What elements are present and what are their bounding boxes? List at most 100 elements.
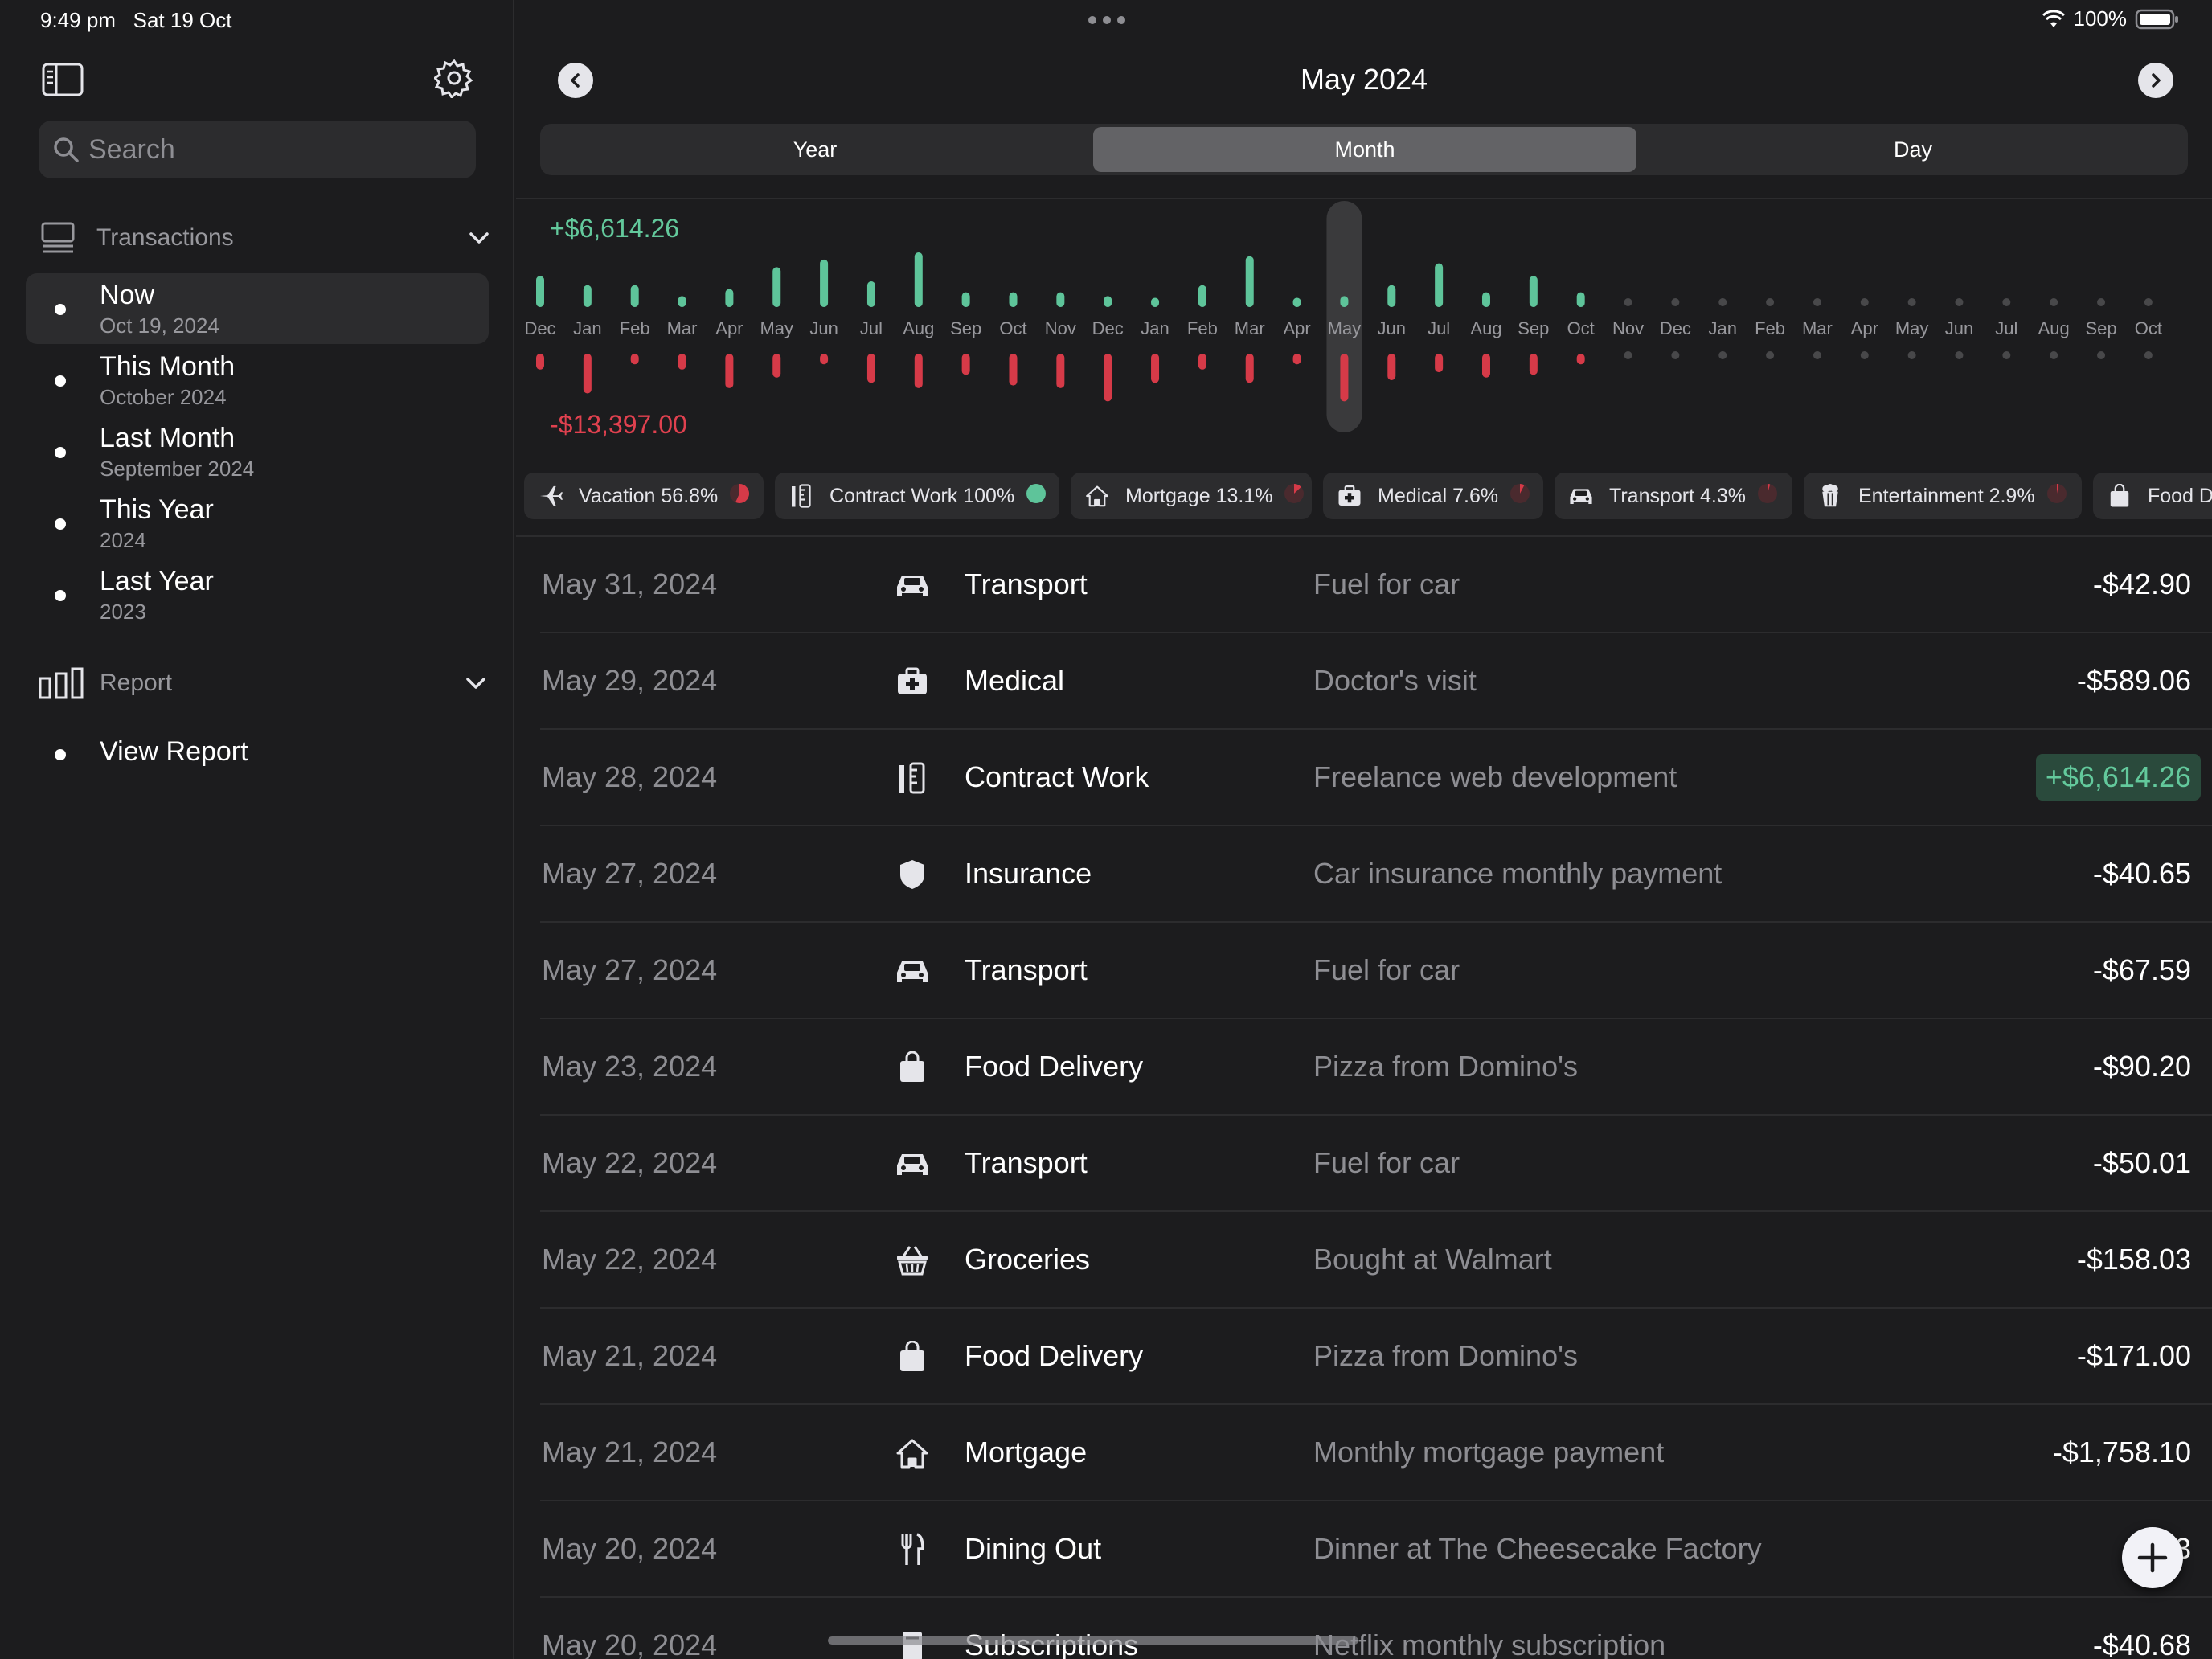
- x-tick-label: Aug: [903, 318, 934, 338]
- percentage-pie-icon: [1026, 483, 1047, 510]
- income-bar[interactable]: [1340, 296, 1349, 307]
- income-bar[interactable]: [630, 285, 639, 307]
- expense-bar[interactable]: [772, 354, 781, 378]
- income-bar[interactable]: [725, 289, 734, 307]
- sidebar-item-subtitle: Oct 19, 2024: [100, 313, 219, 338]
- sidebar-item-this-year[interactable]: This Year 2024: [26, 488, 489, 559]
- sidebar-item-now[interactable]: Now Oct 19, 2024: [26, 273, 489, 344]
- chip-label: Food Del: [2148, 484, 2212, 507]
- empty-income-dot: [1907, 298, 1916, 306]
- transaction-row[interactable]: May 21, 2024 Mortgage Monthly mortgage pay…: [540, 1405, 2212, 1501]
- transaction-row[interactable]: May 27, 2024 Transport Fuel for car -$67.59: [540, 923, 2212, 1019]
- income-bar[interactable]: [1576, 292, 1585, 307]
- transactions-section-header[interactable]: Transactions: [40, 214, 490, 262]
- transaction-row[interactable]: May 31, 2024 Transport Fuel for car -$42.90: [540, 537, 2212, 633]
- x-tick-label: Apr: [715, 318, 743, 338]
- income-bar[interactable]: [1481, 292, 1490, 307]
- expense-bar[interactable]: [725, 354, 734, 388]
- transaction-row[interactable]: May 27, 2024 Insurance Car insurance month…: [540, 826, 2212, 923]
- transaction-row[interactable]: May 29, 2024 Medical Doctor's visit -$589.0…: [540, 633, 2212, 730]
- expense-bar[interactable]: [678, 354, 686, 370]
- segment-month[interactable]: Month: [1093, 127, 1636, 172]
- home-indicator[interactable]: [828, 1636, 1358, 1645]
- chevron-down-icon: [466, 678, 485, 689]
- sidebar-item-last-month[interactable]: Last Month September 2024: [26, 416, 489, 487]
- sidebar-item-view-report[interactable]: View Report: [26, 719, 489, 789]
- transaction-row[interactable]: May 23, 2024 Food Delivery Pizza from Domi…: [540, 1019, 2212, 1116]
- expense-bar[interactable]: [1481, 354, 1490, 378]
- expense-bar[interactable]: [1056, 354, 1065, 388]
- income-bar[interactable]: [1435, 263, 1444, 307]
- category-chip[interactable]: Medical 7.6%: [1323, 473, 1543, 519]
- house-icon: [894, 1436, 931, 1471]
- category-chip[interactable]: Mortgage 13.1%: [1071, 473, 1312, 519]
- income-bar[interactable]: [1104, 296, 1112, 307]
- empty-expense-dot: [1766, 351, 1775, 359]
- income-bar[interactable]: [1056, 292, 1065, 307]
- income-bar[interactable]: [1151, 297, 1160, 307]
- transaction-amount: -$1,758.10: [2052, 1436, 2191, 1469]
- sidebar-item-last-year[interactable]: Last Year 2023: [26, 559, 489, 630]
- income-bar[interactable]: [678, 296, 686, 307]
- income-bar[interactable]: [914, 252, 923, 307]
- sidebar-toggle-button[interactable]: [42, 63, 84, 96]
- add-transaction-button[interactable]: [2122, 1527, 2183, 1588]
- expense-bar[interactable]: [1340, 354, 1349, 402]
- expense-bar[interactable]: [1576, 354, 1585, 365]
- income-expense-chart[interactable]: Dec Jan Feb Mar Apr May Jun Jul Aug Sep Oct Nov Dec J…: [516, 201, 2212, 458]
- income-bar[interactable]: [1245, 256, 1254, 307]
- expense-bar[interactable]: [1198, 354, 1206, 370]
- search-field[interactable]: Search: [39, 121, 476, 178]
- x-tick-label: Jan: [1708, 318, 1736, 338]
- expense-bar[interactable]: [1529, 354, 1538, 375]
- transaction-row[interactable]: May 28, 2024 Contract Work Freelance web d…: [540, 730, 2212, 826]
- expense-bar[interactable]: [820, 354, 829, 365]
- income-bar[interactable]: [583, 285, 592, 307]
- expense-bar[interactable]: [961, 354, 970, 375]
- income-bar[interactable]: [1009, 292, 1018, 307]
- income-bar[interactable]: [866, 281, 875, 307]
- expense-bar[interactable]: [1292, 354, 1301, 365]
- income-bar[interactable]: [1529, 276, 1538, 307]
- income-bar[interactable]: [1198, 285, 1206, 307]
- transaction-date: May 27, 2024: [542, 857, 718, 890]
- income-bar[interactable]: [772, 267, 781, 307]
- category-chip[interactable]: Food Del: [2093, 473, 2212, 519]
- category-chip[interactable]: Entertainment 2.9%: [1804, 473, 2082, 519]
- category-chip[interactable]: Contract Work 100%: [775, 473, 1059, 519]
- segment-day[interactable]: Day: [1641, 127, 2185, 172]
- expense-bar[interactable]: [583, 354, 592, 394]
- sidebar-item-this-month[interactable]: This Month October 2024: [26, 345, 489, 416]
- transaction-amount: -$67.59: [2092, 953, 2191, 986]
- expense-bar[interactable]: [866, 354, 875, 383]
- category-chip[interactable]: Transport 4.3%: [1555, 473, 1792, 519]
- income-bar[interactable]: [961, 292, 970, 307]
- x-tick-label: Sep: [2085, 318, 2116, 338]
- settings-button[interactable]: [432, 58, 474, 100]
- expense-bar[interactable]: [1151, 354, 1160, 383]
- transaction-row[interactable]: May 20, 2024SubscriptionsNetflix monthly…: [540, 1598, 2212, 1659]
- transaction-row[interactable]: May 21, 2024 Food Delivery Pizza from Domi…: [540, 1309, 2212, 1405]
- income-bar[interactable]: [1387, 285, 1396, 307]
- transaction-row[interactable]: May 20, 2024 Dining Out Dinner at The Chee…: [540, 1501, 2212, 1598]
- transaction-row[interactable]: May 22, 2024 Groceries Bought at Walmart -$…: [540, 1212, 2212, 1309]
- expense-bar[interactable]: [536, 354, 544, 370]
- bar-chart-icon: [39, 667, 84, 699]
- expense-bar[interactable]: [1435, 354, 1444, 373]
- expense-bar[interactable]: [1387, 354, 1396, 380]
- expense-bar[interactable]: [1009, 354, 1018, 386]
- transaction-row[interactable]: May 22, 2024 Transport Fuel for car -$50.01: [540, 1116, 2212, 1212]
- report-section-header[interactable]: Report: [39, 659, 489, 707]
- next-period-button[interactable]: [2138, 63, 2173, 98]
- expense-bar[interactable]: [914, 354, 923, 388]
- transaction-category: Food Delivery: [965, 1050, 1144, 1083]
- expense-bar[interactable]: [1104, 354, 1112, 402]
- category-chip[interactable]: Vacation 56.8%: [524, 473, 764, 519]
- expense-bar[interactable]: [1245, 354, 1254, 383]
- income-bar[interactable]: [536, 276, 544, 307]
- income-bar[interactable]: [820, 259, 829, 307]
- income-bar[interactable]: [1292, 297, 1301, 307]
- segment-year[interactable]: Year: [543, 127, 1087, 172]
- x-tick-label: Sep: [1518, 318, 1549, 338]
- expense-bar[interactable]: [630, 354, 639, 365]
